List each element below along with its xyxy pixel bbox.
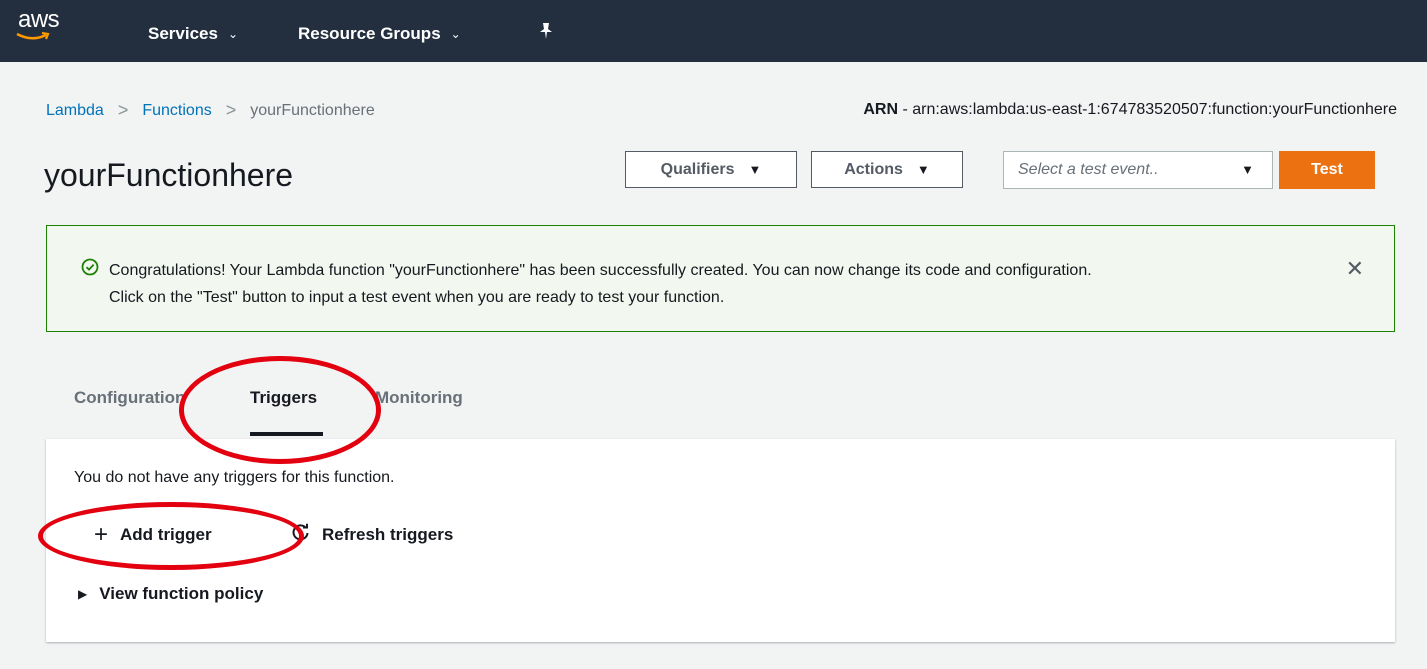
active-tab-indicator <box>250 432 323 436</box>
caret-down-icon: ▼ <box>748 162 762 177</box>
actions-label: Actions <box>844 160 903 178</box>
view-function-policy-label: View function policy <box>99 584 264 603</box>
function-arn: ARN - arn:aws:lambda:us-east-1:674783520… <box>863 101 1397 119</box>
resource-groups-label: Resource Groups <box>298 24 441 43</box>
tab-monitoring[interactable]: Monitoring <box>375 388 463 408</box>
no-triggers-message: You do not have any triggers for this fu… <box>74 469 395 486</box>
breadcrumb-separator: > <box>117 100 129 120</box>
aws-logo[interactable]: aws <box>16 6 76 46</box>
caret-right-icon: ▶ <box>78 587 88 601</box>
aws-smile-icon <box>16 32 50 40</box>
test-event-select[interactable]: Select a test event.. ▼ <box>1003 151 1273 189</box>
top-navigation-bar: aws Services ⌄ Resource Groups ⌄ <box>0 0 1427 62</box>
flash-message-line-1: Congratulations! Your Lambda function "y… <box>109 262 1092 279</box>
tab-configuration[interactable]: Configuration <box>74 388 185 408</box>
pin-icon[interactable] <box>538 22 554 45</box>
add-trigger-button[interactable]: + Add trigger <box>94 523 212 547</box>
arn-label: ARN <box>863 101 899 118</box>
services-menu[interactable]: Services ⌄ <box>148 24 238 44</box>
services-label: Services <box>148 24 218 43</box>
breadcrumb-functions[interactable]: Functions <box>142 102 211 120</box>
check-circle-icon <box>81 258 99 281</box>
aws-logo-text: aws <box>18 6 60 33</box>
view-function-policy-toggle[interactable]: ▶ View function policy <box>78 584 263 604</box>
caret-down-icon: ▼ <box>916 162 930 177</box>
qualifiers-label: Qualifiers <box>660 160 735 178</box>
tab-triggers[interactable]: Triggers <box>250 388 317 408</box>
test-event-placeholder: Select a test event.. <box>1018 161 1159 178</box>
actions-dropdown[interactable]: Actions ▼ <box>811 151 963 188</box>
breadcrumb-current-function: yourFunctionhere <box>250 101 375 119</box>
chevron-down-icon: ⌄ <box>450 27 461 41</box>
breadcrumb: Lambda > Functions > yourFunctionhere <box>46 100 375 121</box>
flash-message: Congratulations! Your Lambda function "y… <box>109 257 1092 311</box>
page-title: yourFunctionhere <box>44 157 294 193</box>
resource-groups-menu[interactable]: Resource Groups ⌄ <box>298 24 461 44</box>
close-icon[interactable]: ✕ <box>1346 256 1364 282</box>
plus-icon: + <box>94 521 109 548</box>
qualifiers-dropdown[interactable]: Qualifiers ▼ <box>625 151 797 188</box>
function-tabs: Configuration Triggers Monitoring <box>0 385 1427 436</box>
caret-down-icon: ▼ <box>1241 162 1254 177</box>
flash-message-line-2: Click on the "Test" button to input a te… <box>109 289 725 306</box>
breadcrumb-lambda[interactable]: Lambda <box>46 102 104 120</box>
breadcrumb-separator: > <box>225 100 237 120</box>
refresh-triggers-label: Refresh triggers <box>322 524 454 544</box>
success-flash-banner: Congratulations! Your Lambda function "y… <box>46 225 1395 332</box>
refresh-triggers-button[interactable]: Refresh triggers <box>292 523 453 546</box>
arn-dash: - <box>898 101 913 118</box>
triggers-panel: You do not have any triggers for this fu… <box>46 439 1395 642</box>
arn-value[interactable]: arn:aws:lambda:us-east-1:674783520507:fu… <box>912 101 1397 118</box>
add-trigger-label: Add trigger <box>120 525 212 544</box>
test-button[interactable]: Test <box>1279 151 1375 189</box>
refresh-icon <box>292 523 310 546</box>
chevron-down-icon: ⌄ <box>227 27 239 41</box>
